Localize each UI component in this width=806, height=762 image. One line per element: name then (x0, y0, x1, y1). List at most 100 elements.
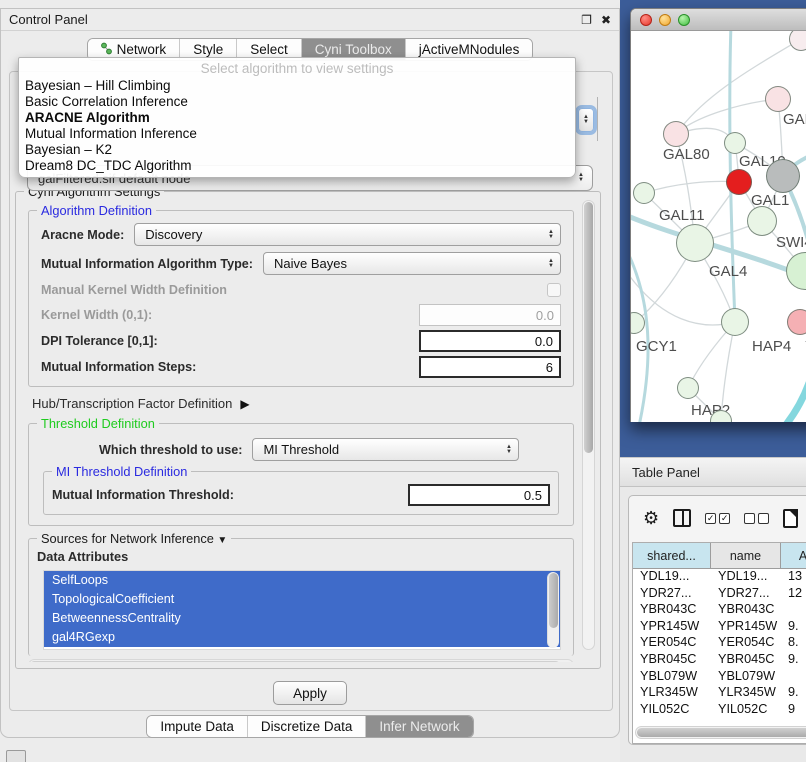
apply-button[interactable]: Apply (273, 681, 347, 705)
control-panel-titlebar: Control Panel ❐ ✖ (1, 9, 619, 31)
table-row[interactable]: YDR27...YDR27...12 (633, 586, 806, 603)
dropdown-item-basic-correlation-inference[interactable]: Basic Correlation Inference (19, 94, 575, 110)
node-table[interactable]: shared...nameA YDL19...YDL19...13YDR27..… (632, 542, 806, 744)
table-row[interactable]: YDL19...YDL19...13 (633, 569, 806, 586)
dpi-tolerance-label: DPI Tolerance [0,1]: (41, 334, 158, 348)
network-node[interactable] (766, 159, 800, 193)
table-row[interactable]: YBL079WYBL079W (633, 669, 806, 686)
table-cell: 12 (781, 586, 806, 603)
table-row[interactable]: YBR045CYBR045C9. (633, 652, 806, 669)
function-page-icon[interactable] (783, 509, 798, 528)
dropdown-item-aracne-algorithm[interactable]: ARACNE Algorithm (19, 110, 575, 126)
list-v-scrollbar[interactable] (547, 572, 559, 648)
which-threshold-value: MI Threshold (263, 442, 339, 457)
table-row[interactable]: YIL052CYIL052C9 (633, 702, 806, 719)
table-row[interactable]: YLR345WYLR345W9. (633, 685, 806, 702)
unchecked-box-icon (758, 513, 769, 524)
tab-label: Discretize Data (261, 719, 353, 734)
table-row[interactable]: YER054CYER054C8. (633, 635, 806, 652)
which-threshold-combobox[interactable]: MI Threshold ▲▼ (252, 438, 519, 461)
table-row[interactable]: YPR145WYPR145W9. (633, 619, 806, 636)
control-panel-title: Control Panel (9, 12, 88, 27)
inference-group-border-fragment (597, 97, 598, 141)
network-node-gal4[interactable] (676, 224, 714, 262)
stepper-icons: ▲▼ (544, 224, 558, 245)
sources-group: Sources for Network Inference ▼ Data Att… (28, 538, 574, 656)
dropdown-item-bayesian-hill-climbing[interactable]: Bayesian – Hill Climbing (19, 78, 575, 94)
kernel-width-field[interactable] (419, 304, 561, 326)
tab-infer-network[interactable]: Infer Network (366, 716, 472, 737)
network-canvas[interactable]: GALGAL80GAL10GAL1GAL11GAL4SWI4GCY1HAP4YH… (631, 31, 806, 422)
network-node-hap2[interactable] (677, 377, 699, 399)
table-cell: YBR043C (711, 602, 781, 619)
table-row[interactable]: YBR043CYBR043C (633, 602, 806, 619)
network-node-gal80[interactable] (663, 121, 689, 147)
attribute-item-selfloops[interactable]: SelfLoops (44, 571, 560, 590)
float-icon[interactable]: ❐ (581, 14, 592, 26)
manual-kernel-checkbox[interactable] (547, 283, 561, 297)
attribute-item-topologicalcoefficient[interactable]: TopologicalCoefficient (44, 590, 560, 609)
settings-h-scrollbar[interactable] (28, 659, 574, 662)
hub-definition-toggle[interactable]: Hub/Transcription Factor Definition ▶ (32, 396, 574, 411)
close-traffic-light-icon[interactable] (640, 14, 652, 26)
gear-icon[interactable]: ⚙ (643, 509, 659, 527)
table-h-scrollbar[interactable] (635, 726, 806, 739)
column-header-shared[interactable]: shared... (633, 543, 711, 568)
dpi-tolerance-field[interactable] (419, 330, 561, 352)
table-h-scrollbar-thumb[interactable] (637, 728, 806, 737)
network-node-gal1[interactable] (747, 206, 777, 236)
table-cell: YBR045C (711, 652, 781, 669)
dropdown-item-bayesian-k2[interactable]: Bayesian – K2 (19, 142, 575, 158)
tab-impute-data[interactable]: Impute Data (147, 716, 248, 737)
network-window-titlebar[interactable] (631, 9, 806, 31)
expanded-arrow-icon[interactable]: ▼ (217, 535, 227, 546)
collapsed-panel-icon[interactable] (6, 750, 26, 762)
stepper-icons: ▲▼ (574, 166, 588, 190)
stepper-icons: ▲▼ (502, 439, 516, 460)
deselect-all-icon[interactable] (744, 513, 769, 524)
zoom-traffic-light-icon[interactable] (678, 14, 690, 26)
settings-h-scrollbar-thumb[interactable] (30, 661, 560, 662)
network-node[interactable] (726, 169, 752, 195)
table-cell: YBR043C (633, 602, 711, 619)
network-node-gal11[interactable] (633, 182, 655, 204)
attributes-list[interactable]: SelfLoopsTopologicalCoefficientBetweenne… (43, 570, 561, 650)
split-columns-icon[interactable] (673, 509, 691, 527)
threshold-definition-title: Threshold Definition (37, 416, 159, 431)
table-cell: 9. (781, 619, 806, 636)
minimize-traffic-light-icon[interactable] (659, 14, 671, 26)
select-all-icon[interactable]: ✓ ✓ (705, 513, 730, 524)
node-label-gal80: GAL80 (663, 146, 710, 163)
mi-steps-field[interactable] (419, 356, 561, 378)
tab-label: Infer Network (379, 719, 459, 734)
mi-type-combobox[interactable]: Naive Bayes ▲▼ (263, 252, 561, 275)
settings-v-scrollbar-thumb[interactable] (584, 202, 593, 453)
mi-type-label: Mutual Information Algorithm Type: (41, 257, 253, 271)
table-cell: YLR345W (711, 685, 781, 702)
table-cell: YBL079W (711, 669, 781, 686)
network-view-window: GALGAL80GAL10GAL1GAL11GAL4SWI4GCY1HAP4YH… (630, 8, 806, 422)
close-icon[interactable]: ✖ (601, 14, 611, 26)
attribute-item-betweennesscentrality[interactable]: BetweennessCentrality (44, 609, 560, 628)
tab-discretize-data[interactable]: Discretize Data (248, 716, 367, 737)
dropdown-item-dream8-dc-tdc-algorithm[interactable]: Dream8 DC_TDC Algorithm (19, 158, 575, 174)
checked-box-icon: ✓ (705, 513, 716, 524)
column-header-name[interactable]: name (711, 543, 781, 568)
attribute-item-gal4rgexp[interactable]: gal4RGexp (44, 628, 560, 647)
table-panel: Table Panel ⚙ ✓ ✓ shared...nameA YDL19..… (620, 457, 806, 762)
column-header-a[interactable]: A (781, 543, 806, 568)
settings-v-scrollbar[interactable] (582, 200, 595, 650)
network-node-y[interactable] (787, 309, 806, 335)
tab-label: Style (193, 42, 223, 57)
network-node-hap4[interactable] (721, 308, 749, 336)
dropdown-item-mutual-information-inference[interactable]: Mutual Information Inference (19, 126, 575, 142)
aracne-mode-label: Aracne Mode: (41, 228, 124, 242)
network-node-gal[interactable] (765, 86, 791, 112)
algorithm-combo-stepper[interactable]: ▲▼ (578, 108, 594, 132)
mi-threshold-field[interactable] (408, 484, 550, 506)
network-node-gal10[interactable] (724, 132, 746, 154)
table-cell: YER054C (711, 635, 781, 652)
aracne-mode-combobox[interactable]: Discovery ▲▼ (134, 223, 561, 246)
list-v-scrollbar-thumb[interactable] (549, 573, 558, 628)
tab-label: Select (250, 42, 288, 57)
